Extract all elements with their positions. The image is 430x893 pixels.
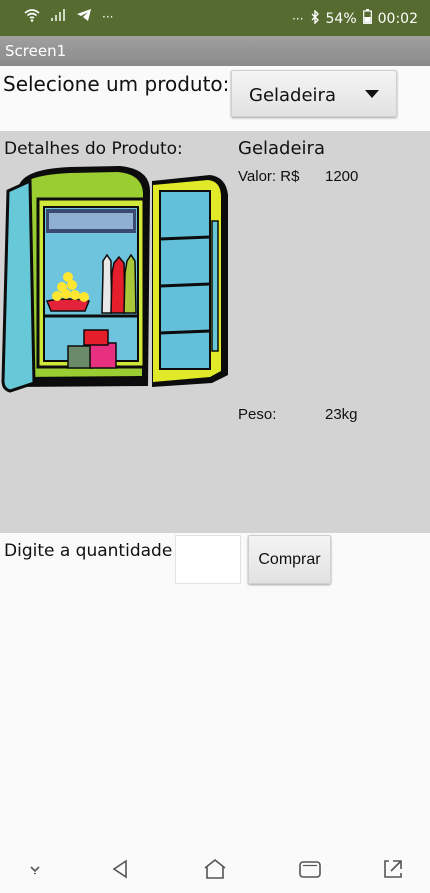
- status-bar: ··· ··· 54% 00:02: [0, 0, 430, 36]
- product-dropdown[interactable]: Geladeira: [231, 70, 397, 117]
- product-name: Geladeira: [238, 138, 325, 159]
- battery-text: 54%: [325, 10, 357, 27]
- select-product-label: Selecione um produto:: [3, 72, 230, 96]
- price-label: Valor: R$: [238, 168, 300, 185]
- quantity-input[interactable]: [175, 535, 241, 584]
- navigation-bar: [0, 845, 430, 893]
- price-value: 1200: [325, 168, 359, 185]
- hide-keyboard-icon[interactable]: [20, 855, 50, 883]
- weight-value: 23kg: [325, 406, 358, 423]
- status-right: ··· 54% 00:02: [292, 8, 418, 28]
- status-dots-right: ···: [292, 11, 304, 26]
- weight-label: Peso:: [238, 406, 277, 423]
- signal-icon: [50, 8, 66, 26]
- status-left: ···: [24, 8, 113, 26]
- title-bar: Screen1: [0, 36, 430, 66]
- back-icon[interactable]: [105, 855, 135, 883]
- recents-icon[interactable]: [295, 855, 325, 883]
- dropdown-arrow-icon: [365, 90, 379, 98]
- bluetooth-icon: [310, 8, 320, 28]
- clock: 00:02: [377, 10, 418, 27]
- buy-button[interactable]: Comprar: [248, 535, 331, 584]
- battery-icon: [362, 9, 372, 28]
- status-dots: ···: [102, 10, 114, 24]
- product-details-panel: Detalhes do Produto: Geladeira Valor: R$…: [0, 131, 430, 533]
- dropdown-selected-value: Geladeira: [249, 85, 336, 106]
- refrigerator-image: [0, 161, 240, 401]
- screen-title: Screen1: [5, 42, 67, 60]
- wifi-icon: [24, 8, 40, 26]
- details-heading: Detalhes do Produto:: [4, 139, 183, 159]
- rotate-icon[interactable]: [378, 855, 408, 883]
- home-icon[interactable]: [200, 855, 230, 883]
- quantity-label: Digite a quantidade: [4, 541, 173, 561]
- telegram-icon: [76, 8, 92, 26]
